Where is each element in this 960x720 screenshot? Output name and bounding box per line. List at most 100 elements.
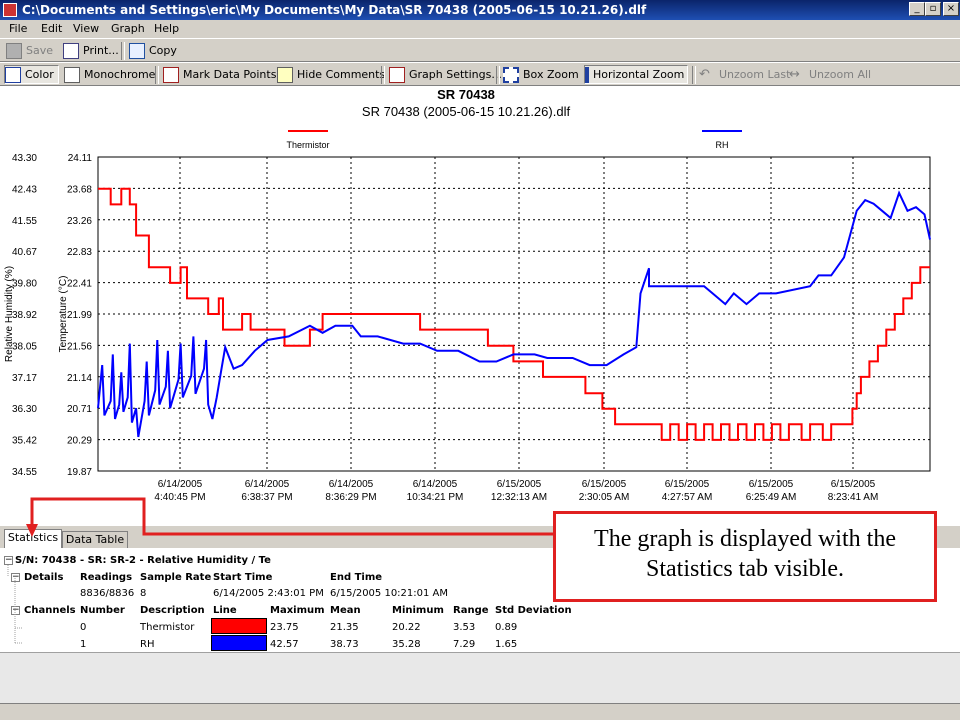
maximum-header: Maximum	[270, 605, 325, 616]
time-tick-time: 6:25:49 AM	[746, 492, 797, 503]
time-tick-date: 6/15/2005	[831, 479, 876, 490]
time-tick-time: 12:32:13 AM	[491, 492, 547, 503]
channel-minimum: 35.28	[392, 639, 421, 650]
box-zoom-label: Box Zoom	[523, 68, 579, 81]
toolbar-separator	[692, 66, 696, 84]
menu-view[interactable]: View	[73, 22, 99, 35]
mark-data-points-button[interactable]: Mark Data Points	[163, 65, 276, 84]
save-label: Save	[26, 44, 54, 57]
unzoom-last-button[interactable]: ↶ Unzoom Last	[699, 65, 790, 84]
temperature-tick-label: 19.87	[67, 467, 92, 478]
color-chart-icon	[5, 66, 21, 83]
horizontal-zoom-label: Horizontal Zoom	[593, 68, 685, 81]
menu-graph[interactable]: Graph	[111, 22, 145, 35]
time-tick-date: 6/14/2005	[158, 479, 203, 490]
copy-label: Copy	[149, 44, 177, 57]
file-toolbar: Save Print... Copy	[0, 38, 960, 62]
comments-icon	[277, 66, 293, 83]
rh-tick-label: 43.30	[12, 153, 37, 164]
color-button[interactable]: Color	[4, 65, 59, 84]
floppy-disk-icon	[6, 42, 22, 59]
temperature-tick-label: 24.11	[68, 153, 93, 164]
temperature-tick-label: 21.56	[67, 341, 92, 352]
toolbar-separator	[121, 42, 125, 60]
time-tick-date: 6/15/2005	[582, 479, 627, 490]
print-label: Print...	[83, 44, 119, 57]
channel-std-deviation: 1.65	[495, 639, 518, 650]
time-tick-date: 6/14/2005	[245, 479, 290, 490]
readings-value: 8836/8836	[80, 588, 135, 599]
title-bar: C:\Documents and Settings\eric\My Docume…	[0, 0, 960, 20]
channel-number: 0	[80, 622, 87, 633]
rh-axis-label: Relative Humidity (%)	[4, 266, 15, 362]
box-zoom-button[interactable]: Box Zoom	[503, 65, 579, 84]
legend-label: Thermistor	[286, 140, 329, 150]
temperature-tick-label: 21.14	[67, 373, 92, 384]
time-tick-time: 2:30:05 AM	[579, 492, 630, 503]
app-icon	[3, 3, 17, 17]
mean-header: Mean	[330, 605, 361, 616]
time-tick-time: 10:34:21 PM	[407, 492, 464, 503]
minimize-button[interactable]: _	[909, 2, 925, 16]
channel-range: 7.29	[453, 639, 476, 650]
tree-lines	[7, 565, 22, 644]
save-button[interactable]: Save	[6, 41, 53, 60]
legend-label: RH	[716, 140, 729, 150]
close-button[interactable]: ×	[943, 2, 959, 16]
channel-std-deviation: 0.89	[495, 622, 518, 633]
time-tick-date: 6/15/2005	[665, 479, 710, 490]
start-time-value: 6/14/2005 2:43:01 PM	[213, 588, 324, 599]
channel-minimum: 20.22	[392, 622, 421, 633]
time-tick-date: 6/14/2005	[413, 479, 458, 490]
rh-tick-label: 38.92	[12, 310, 37, 321]
time-tick-date: 6/15/2005	[497, 479, 542, 490]
print-button[interactable]: Print...	[63, 41, 119, 60]
tab-data-table[interactable]: Data Table	[62, 531, 128, 548]
time-tick-date: 6/15/2005	[749, 479, 794, 490]
toolbar-separator	[496, 66, 500, 84]
graph-panel: SR 70438 SR 70438 (2005-06-15 10.21.26).…	[0, 86, 960, 526]
hide-comments-button[interactable]: Hide Comments	[277, 65, 385, 84]
description-header: Description	[140, 605, 205, 616]
chart-legend: Thermistor RH	[286, 130, 742, 150]
rh-tick-label: 35.42	[12, 436, 37, 447]
temperature-tick-label: 23.68	[67, 184, 92, 195]
graph-settings-button[interactable]: Graph Settings...	[389, 65, 502, 84]
rh-tick-label: 34.55	[12, 467, 37, 478]
number-header: Number	[80, 605, 125, 616]
maximize-button[interactable]: ▫	[925, 2, 941, 16]
sample-rate-value: 8	[140, 588, 147, 599]
readings-header: Readings	[80, 572, 133, 583]
temperature-tick-label: 21.99	[67, 310, 92, 321]
tab-statistics[interactable]: Statistics	[4, 529, 62, 549]
hide-comments-label: Hide Comments	[297, 68, 386, 81]
channel-number: 1	[80, 639, 87, 650]
std-deviation-header: Std Deviation	[495, 605, 572, 616]
rh-tick-label: 36.30	[12, 404, 37, 415]
start-time-header: Start Time	[213, 572, 273, 583]
unzoom-all-label: Unzoom All	[809, 68, 872, 81]
rh-tick-label: 41.55	[12, 216, 37, 227]
monochrome-button[interactable]: Monochrome	[64, 65, 155, 84]
status-bar	[0, 703, 960, 720]
end-time-value: 6/15/2005 10:21:01 AM	[330, 588, 449, 599]
time-tick-time: 6:38:37 PM	[241, 492, 292, 503]
horizontal-zoom-button[interactable]: Horizontal Zoom	[584, 65, 688, 84]
menu-file[interactable]: File	[9, 22, 27, 35]
sample-rate-header: Sample Rate	[140, 572, 212, 583]
copy-icon	[129, 42, 145, 59]
menu-edit[interactable]: Edit	[41, 22, 62, 35]
menu-help[interactable]: Help	[154, 22, 179, 35]
printer-icon	[63, 42, 79, 59]
box-zoom-icon	[503, 66, 519, 83]
window-title: C:\Documents and Settings\eric\My Docume…	[22, 3, 647, 17]
line-header: Line	[213, 605, 237, 616]
minimum-header: Minimum	[392, 605, 444, 616]
time-axis-ticks: 6/14/2005 4:40:45 PM 6/14/2005 6:38:37 PM 6/…	[154, 479, 878, 503]
rh-tick-label: 37.17	[12, 373, 37, 384]
rh-tick-label: 42.43	[12, 184, 37, 195]
range-header: Range	[453, 605, 489, 616]
mark-data-points-label: Mark Data Points	[183, 68, 277, 81]
unzoom-all-button[interactable]: ↔ Unzoom All	[789, 65, 871, 84]
copy-button[interactable]: Copy	[129, 41, 177, 60]
